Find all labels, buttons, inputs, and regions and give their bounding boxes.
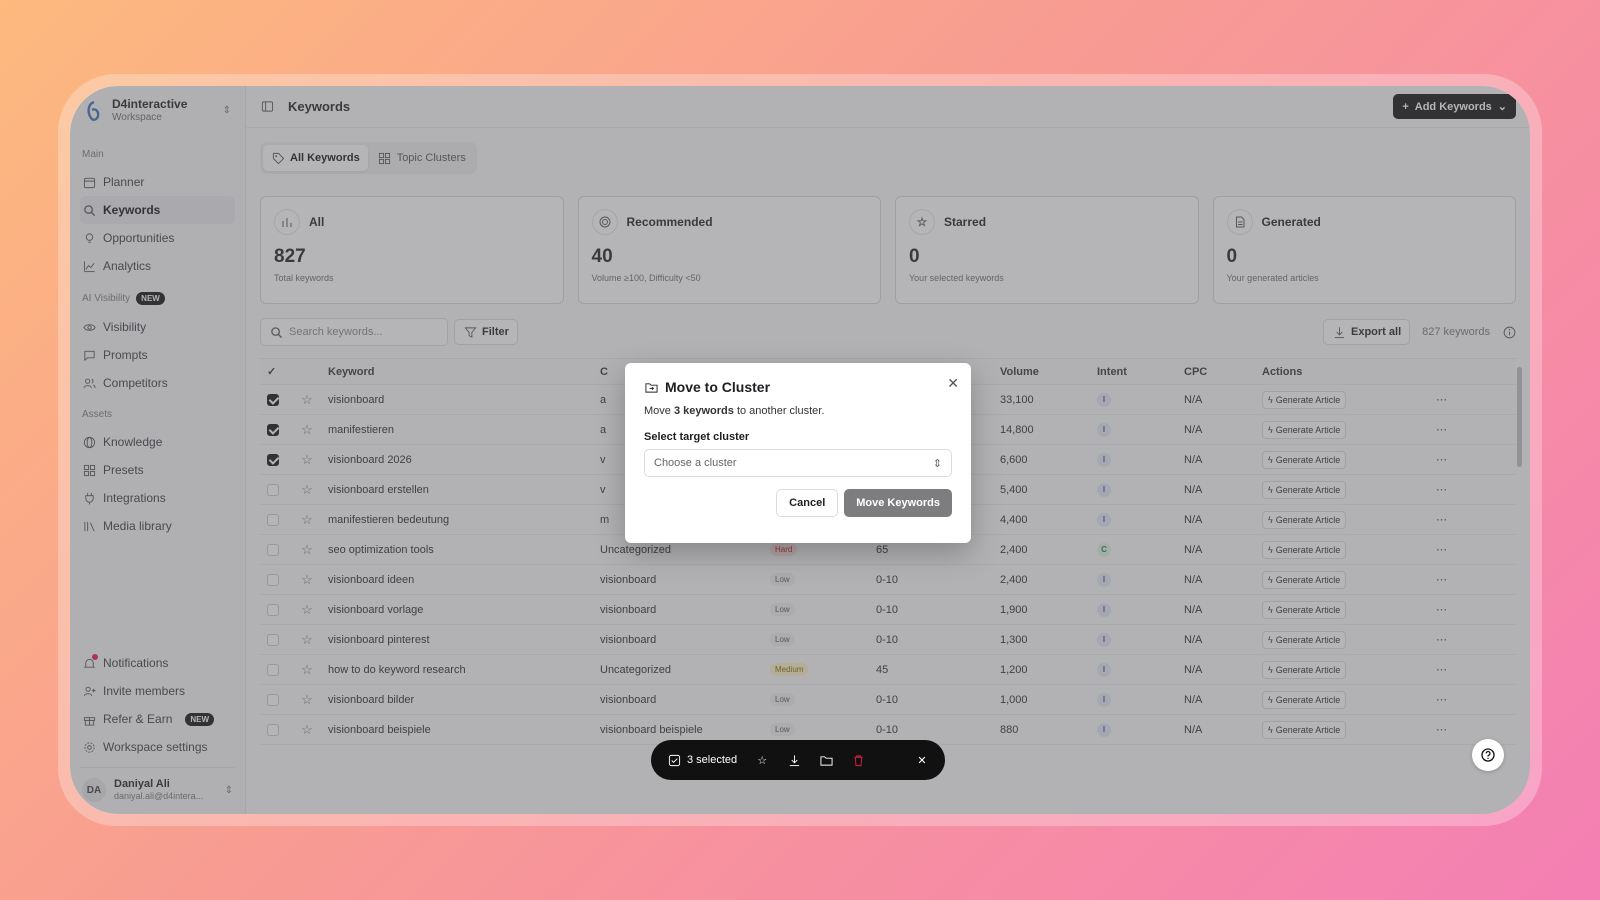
selected-count: 3 keywords <box>673 405 734 417</box>
trash-icon[interactable] <box>851 753 865 767</box>
folder-move-icon[interactable] <box>819 753 833 767</box>
help-icon <box>1481 748 1495 762</box>
cluster-select-label: Select target cluster <box>644 431 750 443</box>
selection-count: 3 selected <box>687 754 738 766</box>
close-icon[interactable]: ✕ <box>947 375 959 392</box>
modal-title: Move to Cluster <box>665 379 771 395</box>
download-icon[interactable] <box>787 753 801 767</box>
cluster-select[interactable]: Choose a cluster ⇕ <box>644 449 952 477</box>
close-icon[interactable]: ✕ <box>915 753 929 767</box>
checkbox-icon <box>667 753 681 767</box>
chevron-updown-icon: ⇕ <box>932 457 942 470</box>
window-frame: D4interactive Workspace ⇕ Main Planner K… <box>58 74 1542 826</box>
cancel-button[interactable]: Cancel <box>776 489 839 517</box>
cluster-select-placeholder: Choose a cluster <box>654 457 737 469</box>
move-to-cluster-dialog: Move to Cluster ✕ Move 3 keywords to ano… <box>625 363 971 543</box>
folder-move-icon <box>644 380 658 394</box>
move-keywords-button[interactable]: Move Keywords <box>844 489 952 517</box>
selection-bar: 3 selected ☆ ✕ <box>651 740 945 780</box>
help-button[interactable] <box>1472 739 1504 771</box>
modal-description: Move 3 keywords to another cluster. <box>644 405 825 417</box>
star-icon[interactable]: ☆ <box>755 753 769 767</box>
app-window: D4interactive Workspace ⇕ Main Planner K… <box>70 86 1530 814</box>
